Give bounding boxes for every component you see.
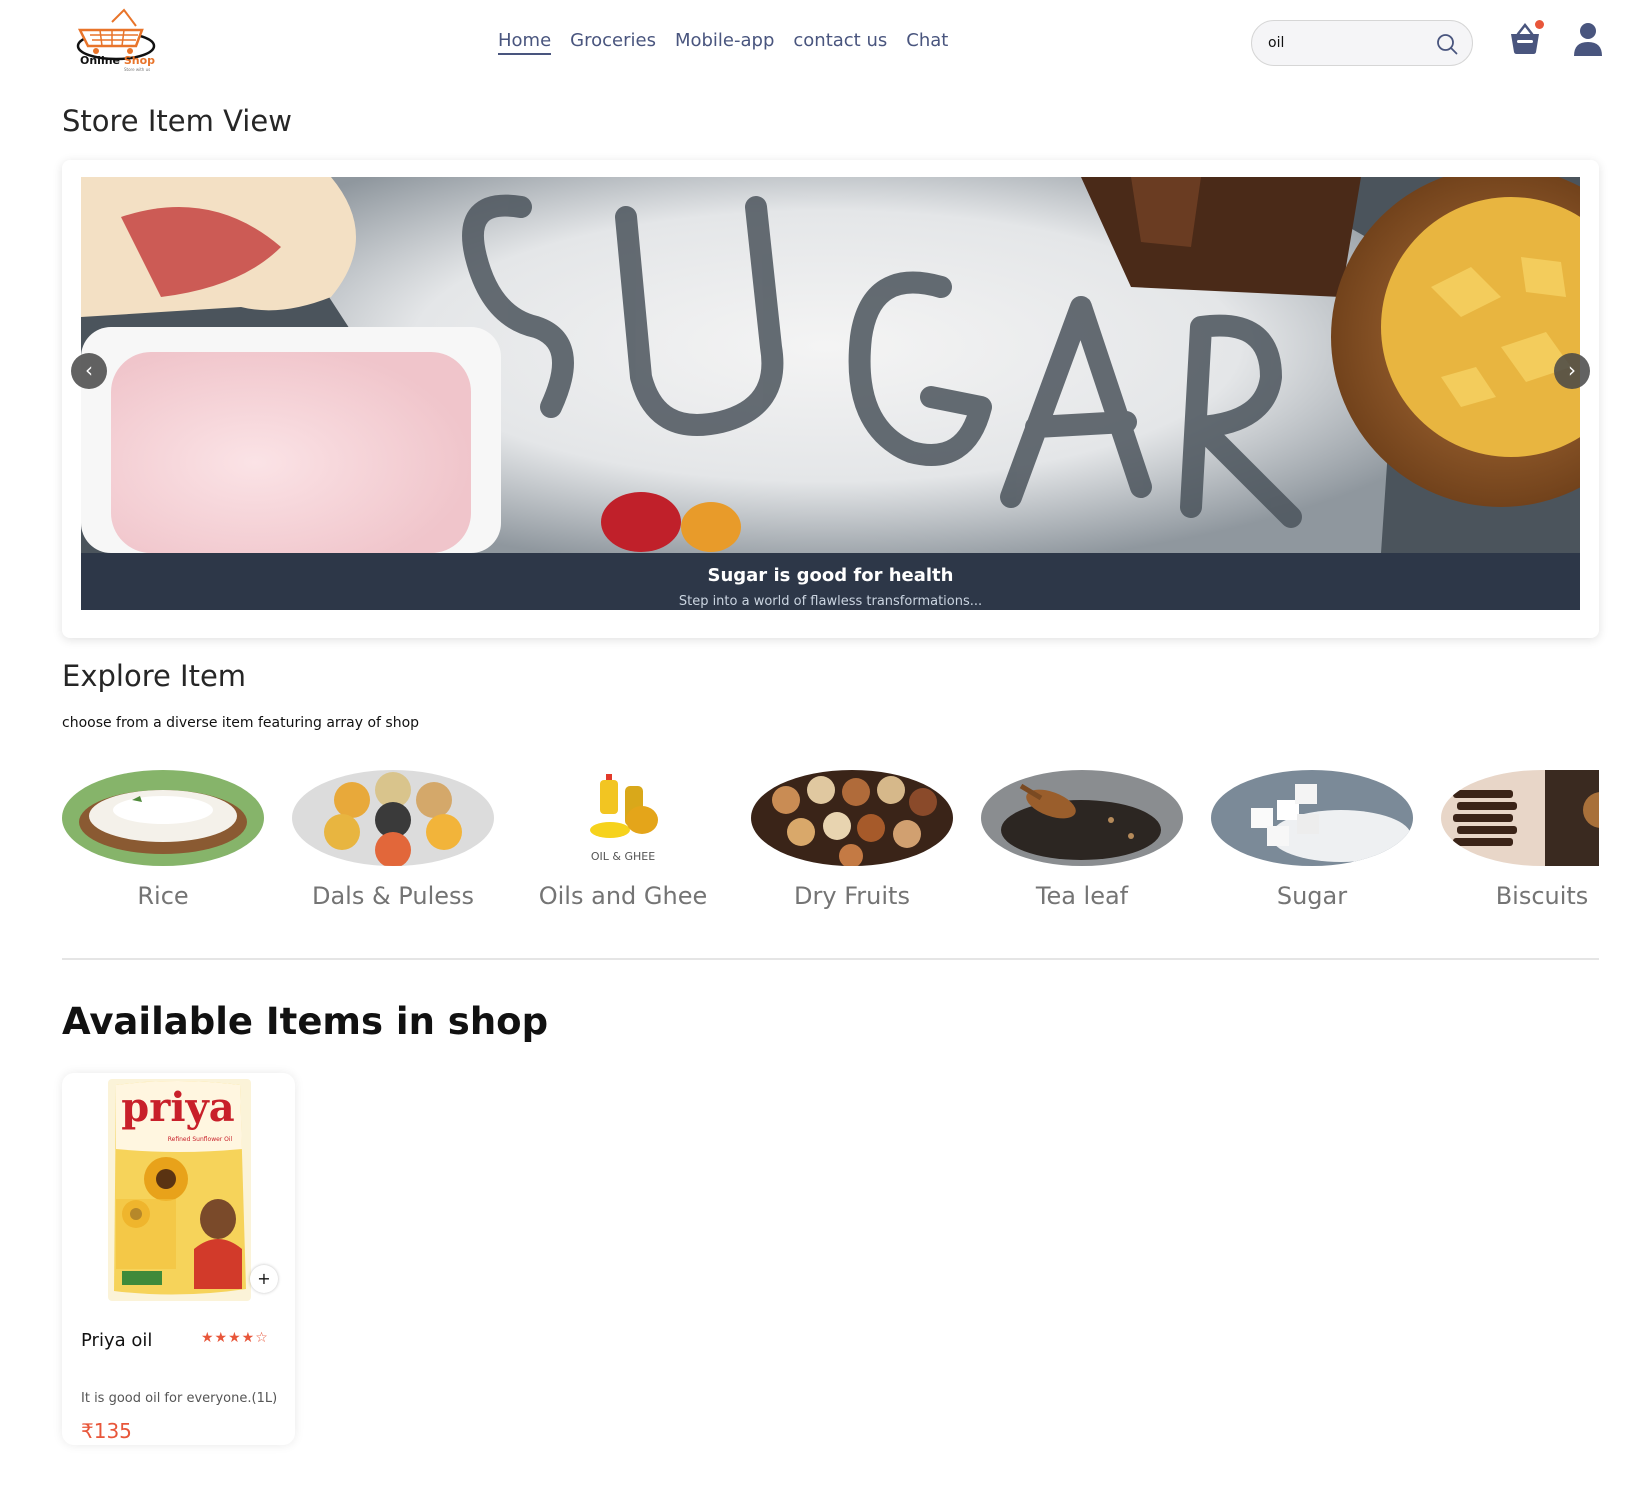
user-icon[interactable] [1573, 22, 1603, 58]
carousel-next-button[interactable]: › [1554, 353, 1590, 389]
category-image-oils: OIL & GHEE [522, 770, 724, 866]
logo-text: Online Shop [80, 54, 155, 67]
category-sugar[interactable]: Sugar [1211, 770, 1413, 910]
category-label-sugar: Sugar [1276, 882, 1348, 910]
carousel-caption: Sugar is good for health Step into a wor… [81, 553, 1580, 610]
category-image-sugar [1211, 770, 1413, 866]
category-image-tea-leaf [981, 770, 1183, 866]
category-list: Rice Dals & Puless OIL & GHEE Oils and G… [62, 770, 1599, 920]
category-oils[interactable]: OIL & GHEE Oils and Ghee [522, 770, 724, 910]
carousel-slide-image [81, 177, 1580, 553]
cart-notification-dot [1535, 20, 1544, 29]
oil-pack-illustration: priya Refined Sunflower Oil [108, 1079, 251, 1301]
nav-contact-us[interactable]: contact us [793, 30, 887, 55]
main-nav: Home Groceries Mobile-app contact us Cha… [498, 30, 948, 55]
explore-subtitle: choose from a diverse item featuring arr… [62, 715, 420, 731]
category-label-oils: Oils and Ghee [538, 882, 708, 910]
product-rating-stars: ★★★★☆ [201, 1330, 269, 1346]
category-dry-fruits[interactable]: Dry Fruits [751, 770, 953, 910]
category-rice[interactable]: Rice [62, 770, 264, 910]
sugar-slide-illustration [81, 177, 1580, 553]
category-label-dry-fruits: Dry Fruits [794, 882, 910, 910]
nav-home[interactable]: Home [498, 30, 552, 55]
section-divider [62, 958, 1599, 960]
oil-image-caption: OIL & GHEE [591, 850, 655, 863]
category-label-rice: Rice [137, 882, 189, 910]
category-image-dals [292, 770, 494, 866]
store-view-title: Store Item View [62, 104, 292, 138]
product-name: Priya oil [81, 1330, 153, 1351]
search-icon[interactable] [1436, 33, 1458, 55]
product-description: It is good oil for everyone.(1L) [81, 1391, 278, 1406]
nav-mobile-app[interactable]: Mobile-app [675, 30, 774, 55]
add-to-cart-button[interactable]: + [250, 1265, 278, 1293]
slide-heading: Sugar is good for health [707, 565, 954, 586]
pack-sub-text: Refined Sunflower Oil [168, 1136, 233, 1143]
category-label-dals: Dals & Puless [311, 882, 475, 910]
logo-word-shop: Shop [123, 54, 156, 67]
category-label-biscuits: Biscuits [1495, 882, 1589, 910]
available-items-title: Available Items in shop [62, 1000, 549, 1043]
product-image[interactable]: priya Refined Sunflower Oil [108, 1079, 251, 1301]
category-dals[interactable]: Dals & Puless [292, 770, 494, 910]
logo-tagline: Store with us [124, 67, 151, 72]
slide-subtext: Step into a world of flawless transforma… [678, 594, 983, 609]
category-image-biscuits [1441, 770, 1599, 866]
category-image-rice [62, 770, 264, 866]
product-price: ₹135 [81, 1419, 132, 1443]
category-biscuits[interactable]: Biscuits [1441, 770, 1599, 910]
pack-brand-text: priya [121, 1084, 234, 1131]
nav-groceries[interactable]: Groceries [570, 30, 656, 55]
category-label-tea-leaf: Tea leaf [1035, 882, 1129, 910]
logo-word-online: Online [80, 54, 121, 67]
search-box [1251, 20, 1473, 66]
category-image-dry-fruits [751, 770, 953, 866]
explore-title: Explore Item [62, 659, 247, 693]
carousel-prev-button[interactable]: ‹ [71, 353, 107, 389]
search-input[interactable] [1268, 33, 1428, 53]
nav-chat[interactable]: Chat [906, 30, 948, 55]
category-tea-leaf[interactable]: Tea leaf [981, 770, 1183, 910]
